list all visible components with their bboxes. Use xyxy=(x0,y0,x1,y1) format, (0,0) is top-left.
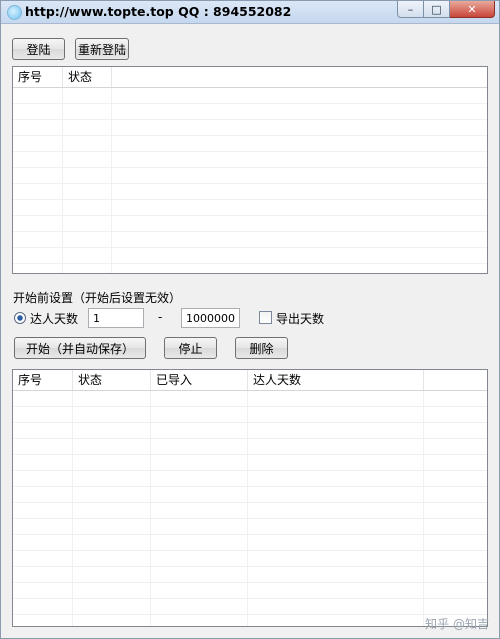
settings-section-label: 开始前设置（开始后设置无效） xyxy=(13,291,182,305)
title-bar[interactable]: http://www.topte.top QQ : 894552082 – □ … xyxy=(1,1,499,24)
column-divider xyxy=(111,88,112,273)
export-days-label: 导出天数 xyxy=(276,312,325,326)
start-autosave-button[interactable]: 开始（并自动保存） xyxy=(14,337,146,359)
account-table-header: 序号 状态 xyxy=(13,67,487,88)
minimize-icon: – xyxy=(407,2,414,16)
range-separator: - xyxy=(158,310,163,324)
expert-days-radio[interactable] xyxy=(14,312,26,324)
app-window: http://www.topte.top QQ : 894552082 – □ … xyxy=(0,0,500,639)
expert-days-label: 达人天数 xyxy=(30,312,79,326)
login-button[interactable]: 登陆 xyxy=(12,38,65,60)
minimize-button[interactable]: – xyxy=(397,1,424,18)
column-header-imported[interactable]: 已导入 xyxy=(151,370,248,390)
stop-button[interactable]: 停止 xyxy=(164,337,217,359)
app-icon xyxy=(7,5,22,20)
column-divider xyxy=(247,391,248,626)
column-divider xyxy=(423,391,424,626)
maximize-icon: □ xyxy=(431,2,442,16)
window-controls: – □ ✕ xyxy=(397,1,495,20)
result-table[interactable]: 序号 状态 已导入 达人天数 xyxy=(12,369,488,627)
min-days-input[interactable] xyxy=(88,308,144,328)
result-table-body xyxy=(13,391,487,626)
delete-button[interactable]: 删除 xyxy=(235,337,288,359)
column-header-filler xyxy=(112,67,487,87)
window-title: http://www.topte.top QQ : 894552082 xyxy=(25,4,292,19)
close-icon: ✕ xyxy=(467,2,477,16)
account-table-body xyxy=(13,88,487,273)
column-header-index[interactable]: 序号 xyxy=(13,370,73,390)
account-table[interactable]: 序号 状态 xyxy=(12,66,488,274)
result-table-header: 序号 状态 已导入 达人天数 xyxy=(13,370,487,391)
column-divider xyxy=(62,88,63,273)
column-header-status[interactable]: 状态 xyxy=(73,370,151,390)
maximize-button[interactable]: □ xyxy=(424,1,450,18)
column-header-status[interactable]: 状态 xyxy=(63,67,112,87)
column-divider xyxy=(150,391,151,626)
relogin-button[interactable]: 重新登陆 xyxy=(75,38,129,60)
column-header-index[interactable]: 序号 xyxy=(13,67,63,87)
column-header-filler xyxy=(424,370,487,390)
max-days-input[interactable] xyxy=(181,308,240,328)
column-header-expert-days[interactable]: 达人天数 xyxy=(248,370,424,390)
close-button[interactable]: ✕ xyxy=(450,1,495,18)
column-divider xyxy=(72,391,73,626)
watermark-text: 知乎 @知吉 xyxy=(425,617,489,631)
export-days-checkbox[interactable] xyxy=(259,311,272,324)
